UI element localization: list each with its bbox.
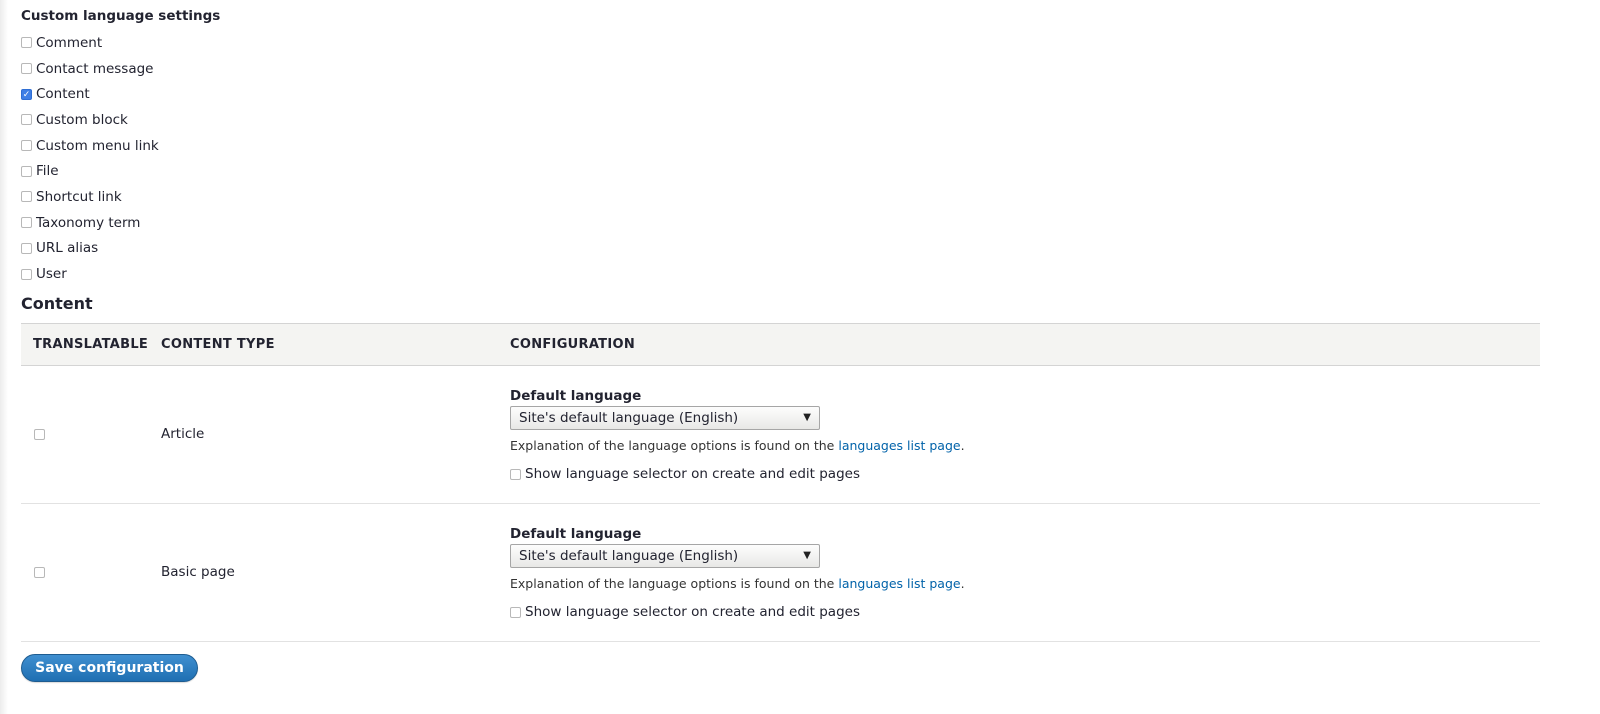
left-edge-shadow [0,0,8,714]
default-language-label: Default language [510,388,642,404]
shortcut-link-checkbox[interactable] [21,191,32,203]
entity-item-label: Comment [36,34,103,51]
description-text: Explanation of the language options is f… [510,576,839,591]
custom-language-settings-title: Custom language settings [21,8,221,24]
content-section-heading: Content [21,294,93,313]
table-row: Basic page Default language Site's defau… [21,504,1540,642]
entity-item-label: Shortcut link [36,188,122,205]
entity-item-label: User [36,266,67,283]
content-checkbox[interactable]: ✓ [21,88,32,100]
configuration-cell: Default language Site's default language… [510,388,965,482]
custom-block-checkbox[interactable] [21,114,32,126]
column-header-translatable: TRANSLATABLE [33,337,149,352]
entity-item-label: Custom menu link [36,137,159,154]
entity-item-contact-message[interactable]: Contact message [21,56,159,82]
content-type-name: Article [161,426,205,442]
file-checkbox[interactable] [21,165,32,177]
entity-item-label: Content [36,86,90,103]
show-language-selector-option[interactable]: Show language selector on create and edi… [510,466,965,482]
languages-list-page-link[interactable]: languages list page [838,576,960,591]
entity-item-label: Custom block [36,111,128,128]
entity-item-label: Taxonomy term [36,214,141,231]
default-language-label: Default language [510,526,642,542]
taxonomy-term-checkbox[interactable] [21,217,32,229]
translatable-checkbox[interactable] [34,429,45,440]
column-header-configuration: CONFIGURATION [510,337,636,352]
dropdown-arrow-icon: ▼ [803,412,811,423]
show-language-selector-option[interactable]: Show language selector on create and edi… [510,604,965,620]
entity-item-url-alias[interactable]: URL alias [21,236,159,262]
entity-item-label: Contact message [36,60,154,77]
languages-list-page-link[interactable]: languages list page [838,438,960,453]
language-options-description: Explanation of the language options is f… [510,576,965,591]
dropdown-arrow-icon: ▼ [803,550,811,561]
show-language-selector-label: Show language selector on create and edi… [525,604,860,620]
translatable-checkbox[interactable] [34,567,45,578]
entity-item-shortcut-link[interactable]: Shortcut link [21,184,159,210]
save-configuration-button[interactable]: Save configuration [21,654,198,682]
table-row: Article Default language Site's default … [21,366,1540,504]
content-type-table: TRANSLATABLE CONTENT TYPE CONFIGURATION … [21,323,1540,642]
table-header: TRANSLATABLE CONTENT TYPE CONFIGURATION [21,324,1540,366]
entity-item-comment[interactable]: Comment [21,30,159,56]
contact-message-checkbox[interactable] [21,63,32,75]
entity-item-label: URL alias [36,240,99,257]
entity-item-user[interactable]: User [21,261,159,287]
entity-item-custom-menu-link[interactable]: Custom menu link [21,133,159,159]
description-suffix: . [960,576,965,591]
show-language-selector-label: Show language selector on create and edi… [525,466,860,482]
entity-item-content[interactable]: ✓ Content [21,81,159,107]
default-language-value: Site's default language (English) [519,410,739,426]
column-header-content-type: CONTENT TYPE [161,337,275,352]
custom-menu-link-checkbox[interactable] [21,140,32,152]
entity-item-file[interactable]: File [21,158,159,184]
configuration-cell: Default language Site's default language… [510,526,965,620]
url-alias-checkbox[interactable] [21,242,32,254]
user-checkbox[interactable] [21,268,32,280]
comment-checkbox[interactable] [21,37,32,49]
default-language-value: Site's default language (English) [519,548,739,564]
entity-item-label: File [36,163,59,180]
default-language-select[interactable]: Site's default language (English) ▼ [510,544,820,568]
entity-item-taxonomy-term[interactable]: Taxonomy term [21,210,159,236]
language-options-description: Explanation of the language options is f… [510,438,965,453]
entity-type-list: Comment Contact message ✓ Content Custom… [21,30,159,287]
entity-item-custom-block[interactable]: Custom block [21,107,159,133]
show-language-selector-checkbox[interactable] [510,606,521,618]
description-text: Explanation of the language options is f… [510,438,839,453]
description-suffix: . [960,438,965,453]
show-language-selector-checkbox[interactable] [510,468,521,480]
default-language-select[interactable]: Site's default language (English) ▼ [510,406,820,430]
content-type-name: Basic page [161,564,235,580]
